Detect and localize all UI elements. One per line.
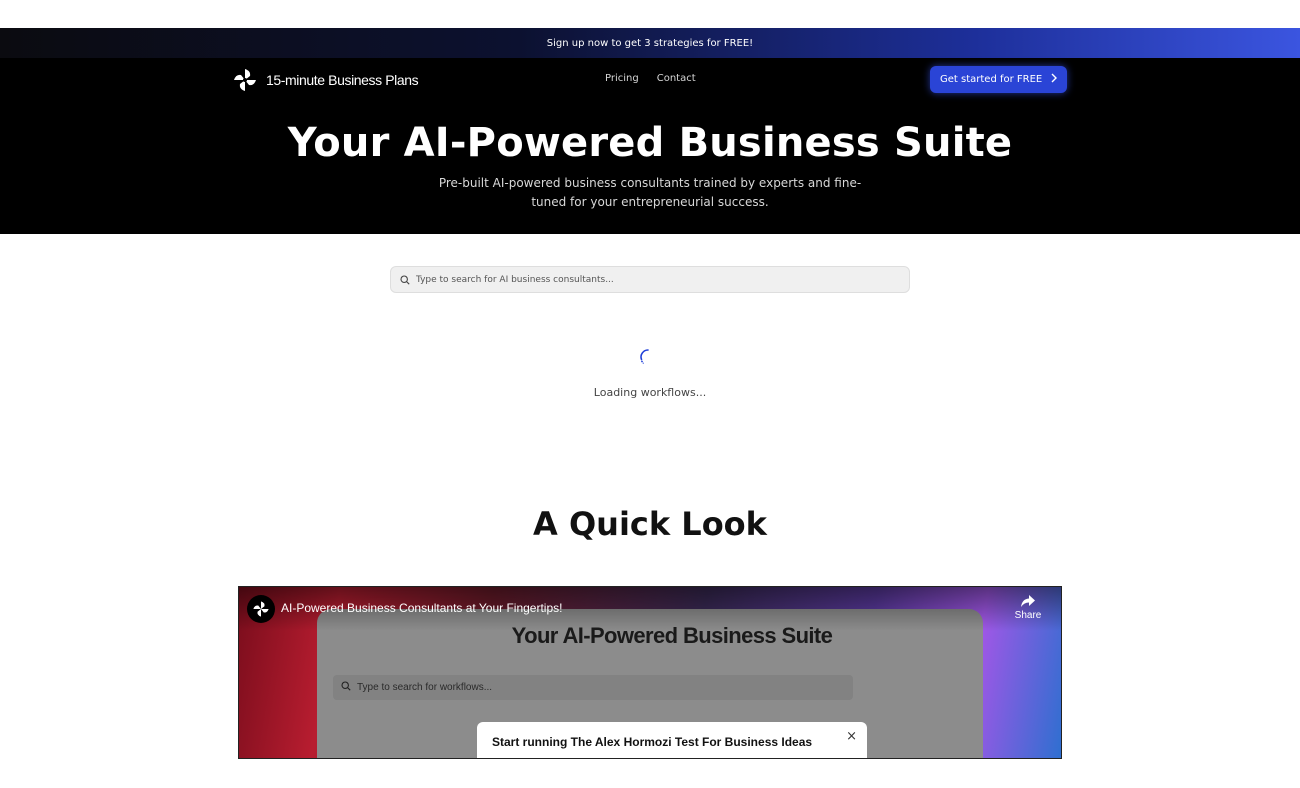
video-preview-modal-title: Start running The Alex Hormozi Test For …	[492, 735, 813, 749]
video-preview-search: Type to search for workflows...	[333, 675, 853, 700]
video-preview-search-text: Type to search for workflows...	[357, 682, 493, 693]
brand-name: 15-minute Business Plans	[266, 72, 419, 88]
search-icon	[341, 681, 351, 694]
hero-section: 15-minute Business Plans Pricing Contact…	[0, 58, 1300, 234]
promo-text: Sign up now to get 3 strategies for FREE…	[546, 37, 754, 49]
hero-subtitle: Pre-built AI-powered business consultant…	[438, 176, 862, 209]
pinwheel-logo-icon	[253, 601, 269, 617]
quick-look-title: A Quick Look	[533, 505, 767, 543]
share-arrow-icon	[1013, 594, 1043, 608]
chevron-right-icon	[1050, 73, 1058, 86]
pinwheel-logo-icon	[232, 67, 258, 93]
promo-banner[interactable]: Sign up now to get 3 strategies for FREE…	[0, 28, 1300, 58]
hero-title: Your AI-Powered Business Suite	[287, 120, 1013, 166]
loading-spinner	[639, 348, 657, 366]
channel-avatar[interactable]	[247, 595, 275, 623]
search-icon	[400, 270, 410, 289]
get-started-button[interactable]: Get started for FREE	[930, 66, 1067, 93]
video-title[interactable]: AI-Powered Business Consultants at Your …	[281, 601, 562, 615]
video-player[interactable]: Your AI-Powered Business Suite Type to s…	[238, 586, 1062, 759]
close-icon: ×	[846, 729, 857, 744]
share-label: Share	[1014, 610, 1042, 621]
top-gap	[0, 0, 1300, 28]
consultant-search[interactable]	[390, 266, 910, 293]
nav-links: Pricing Contact	[605, 73, 696, 84]
video-preview-frame: Your AI-Powered Business Suite Type to s…	[317, 609, 983, 758]
brand-link[interactable]: 15-minute Business Plans	[232, 66, 419, 94]
search-input[interactable]	[416, 274, 896, 285]
top-nav: 15-minute Business Plans Pricing Contact…	[0, 58, 1300, 102]
nav-link-contact[interactable]: Contact	[657, 73, 696, 84]
share-button[interactable]: Share	[1013, 594, 1043, 621]
get-started-label: Get started for FREE	[940, 74, 1043, 85]
video-preview-modal: Start running The Alex Hormozi Test For …	[477, 722, 867, 758]
nav-link-pricing[interactable]: Pricing	[605, 73, 639, 84]
loading-text: Loading workflows...	[593, 386, 707, 399]
